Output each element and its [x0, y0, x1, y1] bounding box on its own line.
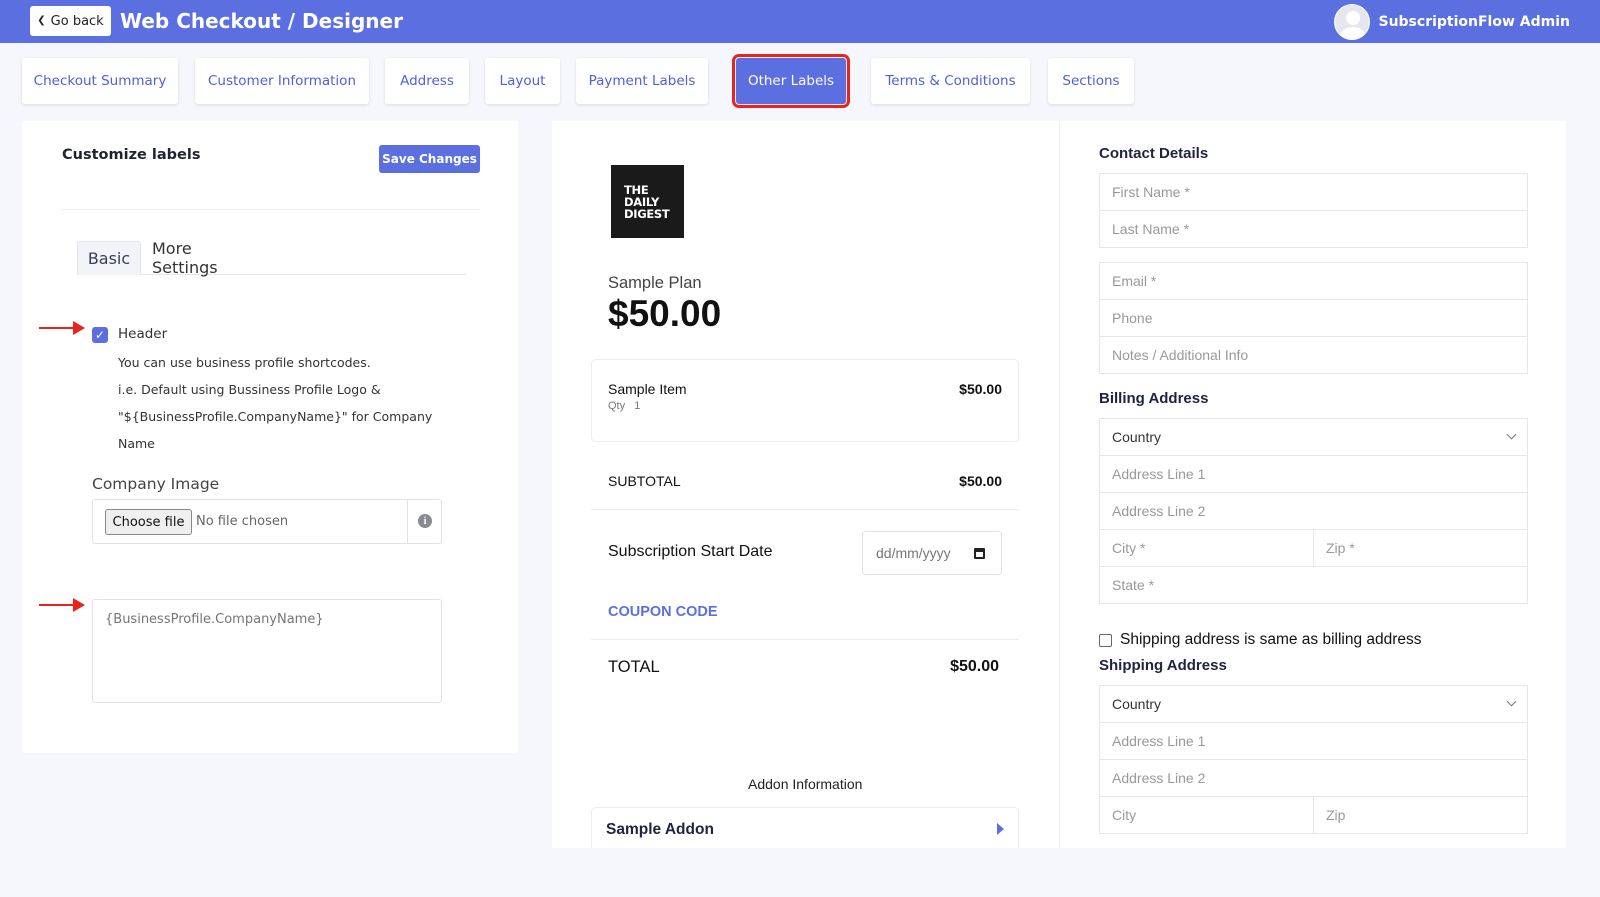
settings-subtabs: Basic More Settings — [77, 239, 466, 277]
tab-customer-information[interactable]: Customer Information — [195, 58, 369, 104]
tab-sections[interactable]: Sections — [1048, 58, 1134, 104]
chevron-down-icon — [1506, 429, 1517, 440]
customize-labels-panel: Customize labels Save Changes Basic More… — [22, 121, 518, 753]
billing-country-value: Country — [1112, 429, 1162, 445]
info-icon[interactable]: i — [418, 514, 432, 528]
tab-layout[interactable]: Layout — [485, 58, 560, 104]
shipping-address-line1-field[interactable]: Address Line 1 — [1099, 722, 1528, 760]
avatar — [1334, 4, 1371, 40]
billing-address-title: Billing Address — [1099, 390, 1209, 407]
plan-name: Sample Plan — [608, 274, 702, 292]
tab-payment-labels[interactable]: Payment Labels — [576, 58, 708, 104]
tab-terms-conditions[interactable]: Terms & Conditions — [871, 58, 1030, 104]
billing-country-select[interactable]: Country — [1099, 418, 1528, 456]
checkout-preview: THE DAILY DIGEST Sample Plan $50.00 Samp… — [552, 121, 1059, 848]
shipping-address-line2-field[interactable]: Address Line 2 — [1099, 759, 1528, 797]
subtab-more-settings[interactable]: More Settings — [152, 239, 262, 277]
chevron-right-icon — [997, 823, 1004, 835]
divider — [591, 509, 1019, 510]
billing-city-field[interactable]: City * — [1099, 529, 1314, 567]
contact-details-title: Contact Details — [1099, 145, 1209, 162]
shipping-zip-field[interactable]: Zip — [1313, 796, 1528, 834]
save-changes-button[interactable]: Save Changes — [379, 145, 480, 173]
company-image-label: Company Image — [92, 475, 220, 493]
file-status: No file chosen — [196, 514, 289, 529]
help-line: "${BusinessProfile.CompanyName}" for Com… — [118, 409, 433, 424]
header-checkbox[interactable]: ✓ — [92, 327, 108, 343]
chevron-left-icon: ❮ — [37, 14, 46, 26]
item-qty: Qty 1 — [608, 400, 640, 412]
addon-item[interactable]: Sample Addon — [591, 807, 1019, 848]
addon-name: Sample Addon — [606, 821, 714, 838]
shipping-country-select[interactable]: Country — [1099, 685, 1528, 723]
calendar-icon[interactable] — [974, 548, 985, 559]
top-bar: ❮ Go back Web Checkout / Designer Subscr… — [0, 0, 1600, 43]
company-name-textarea[interactable] — [92, 599, 442, 703]
total-label: TOTAL — [608, 658, 660, 676]
start-date-input[interactable]: dd/mm/yyyy — [862, 531, 1002, 575]
start-date-label: Subscription Start Date — [608, 543, 773, 560]
item-price: $50.00 — [959, 381, 1002, 397]
logo-line: DIGEST — [624, 207, 670, 221]
help-line: You can use business profile shortcodes. — [118, 355, 371, 370]
customize-labels-title: Customize labels — [62, 147, 201, 163]
email-field[interactable]: Email * — [1099, 262, 1528, 300]
date-placeholder: dd/mm/yyyy — [876, 545, 951, 561]
divider — [407, 500, 408, 543]
customer-form-preview: Contact Details First Name * Last Name *… — [1059, 121, 1566, 848]
addon-information-label: Addon Information — [748, 776, 863, 792]
plan-price: $50.00 — [608, 293, 722, 334]
header-checkbox-label: Header — [118, 326, 168, 342]
avatar-body — [1340, 27, 1367, 39]
notes-field[interactable]: Notes / Additional Info — [1099, 336, 1528, 374]
page-title: Web Checkout / Designer — [120, 9, 403, 33]
same-address-label: Shipping address is same as billing addr… — [1120, 631, 1422, 648]
tab-checkout-summary[interactable]: Checkout Summary — [22, 58, 178, 104]
company-image-file-input: Choose file No file chosen i — [92, 499, 442, 544]
last-name-field[interactable]: Last Name * — [1099, 210, 1528, 248]
company-logo: THE DAILY DIGEST — [611, 165, 684, 238]
chevron-down-icon — [1506, 696, 1517, 707]
avatar-head — [1346, 11, 1361, 25]
billing-address-line2-field[interactable]: Address Line 2 — [1099, 492, 1528, 530]
phone-field[interactable]: Phone — [1099, 299, 1528, 337]
help-line: i.e. Default using Bussiness Profile Log… — [118, 382, 381, 397]
arrow-pointer-icon — [39, 598, 85, 612]
divider — [62, 209, 480, 210]
line-item-card: Sample Item Qty 1 $50.00 — [591, 359, 1019, 442]
user-menu[interactable]: SubscriptionFlow Admin — [1334, 4, 1570, 40]
divider — [591, 639, 1019, 640]
go-back-label: Go back — [50, 13, 104, 29]
user-name: SubscriptionFlow Admin — [1378, 14, 1570, 30]
choose-file-button[interactable]: Choose file — [105, 509, 192, 535]
arrow-pointer-icon — [39, 321, 85, 335]
qty-value: 1 — [634, 400, 641, 412]
first-name-field[interactable]: First Name * — [1099, 173, 1528, 211]
billing-state-field[interactable]: State * — [1099, 566, 1528, 604]
shipping-city-field[interactable]: City — [1099, 796, 1314, 834]
coupon-code-link[interactable]: COUPON CODE — [608, 604, 718, 620]
go-back-button[interactable]: ❮ Go back — [30, 6, 111, 36]
billing-zip-field[interactable]: Zip * — [1313, 529, 1528, 567]
shipping-address-title: Shipping Address — [1099, 657, 1227, 674]
help-line: Name — [118, 436, 155, 451]
shipping-country-value: Country — [1112, 696, 1162, 712]
same-address-checkbox[interactable] — [1099, 634, 1112, 647]
subtotal-value: $50.00 — [959, 473, 1002, 489]
tab-other-labels[interactable]: Other Labels — [732, 54, 850, 108]
checkmark-icon: ✓ — [94, 328, 106, 342]
billing-address-line1-field[interactable]: Address Line 1 — [1099, 455, 1528, 493]
subtab-basic[interactable]: Basic — [77, 241, 141, 275]
qty-label: Qty — [608, 400, 626, 412]
header-help-text: You can use business profile shortcodes.… — [118, 349, 438, 457]
total-value: $50.00 — [950, 658, 999, 675]
tab-address[interactable]: Address — [385, 58, 469, 104]
item-name: Sample Item — [608, 381, 687, 397]
subtotal-label: SUBTOTAL — [608, 473, 681, 489]
